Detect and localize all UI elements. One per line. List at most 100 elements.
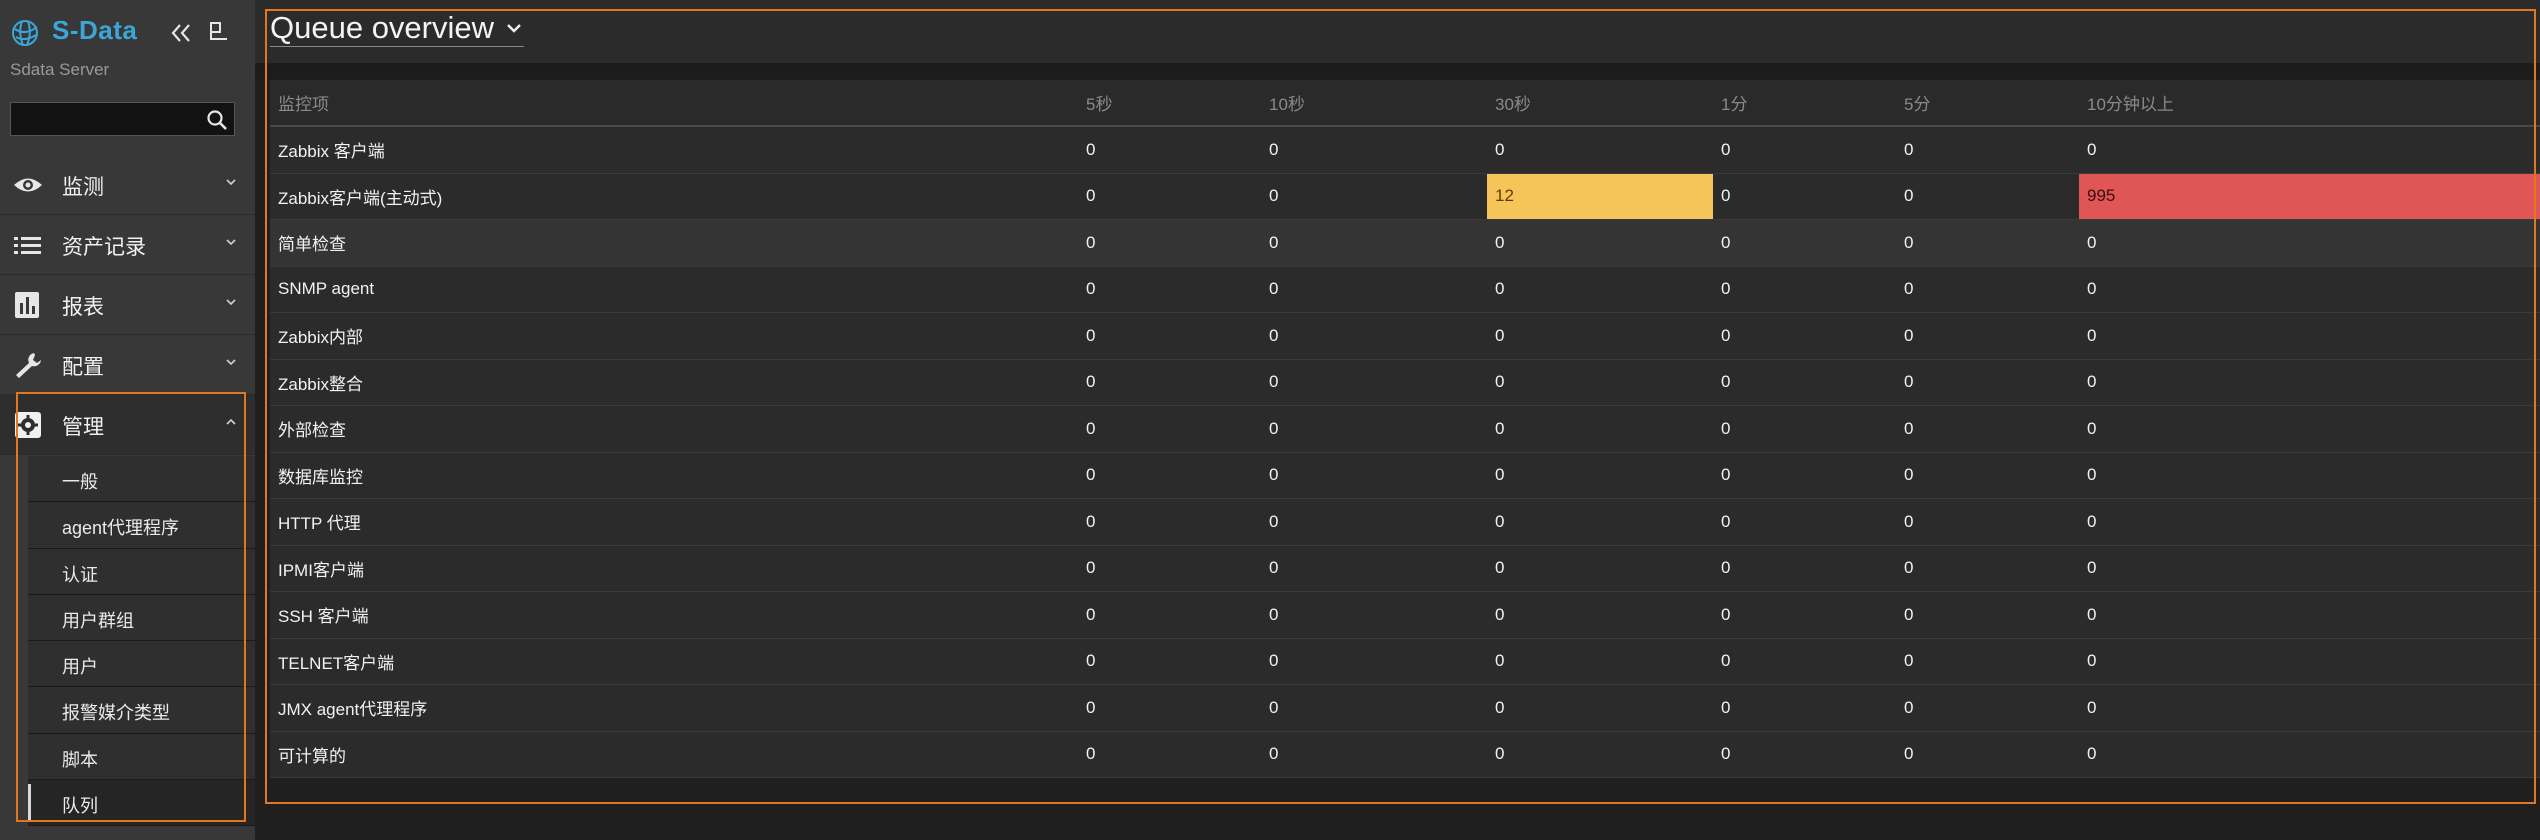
eye-icon — [14, 178, 42, 192]
queue-count-cell: 0 — [2079, 452, 2540, 499]
queue-count-cell: 0 — [1896, 126, 2079, 174]
submenu-label: 用户 — [62, 657, 98, 678]
queue-count-cell: 0 — [1896, 498, 2079, 546]
item-type-cell: SNMP agent — [270, 266, 1078, 313]
menu-label: 管理 — [62, 416, 104, 439]
logo[interactable]: S-Data — [10, 14, 250, 50]
bar-chart-icon — [15, 292, 39, 318]
submenu-label: agent代理程序 — [62, 518, 180, 539]
queue-count-cell: 0 — [1713, 591, 1896, 639]
expand-icon — [210, 22, 227, 40]
queue-table: 监控项 5秒 10秒 30秒 1分 5分 10分钟以上 Zabbix 客户端 0 0… — [270, 80, 2540, 778]
chevron-down-icon — [226, 179, 236, 186]
wrench-icon — [16, 353, 41, 378]
collapse-sidebar-button[interactable] — [168, 20, 198, 50]
queue-count-cell: 0 — [1487, 498, 1713, 546]
table-row: IPMI客户端 0 0 0 0 0 0 — [270, 545, 2540, 592]
submenu-label: 脚本 — [62, 749, 98, 770]
submenu-item-scripts[interactable]: 脚本 — [28, 733, 255, 781]
page-title: Queue overview — [270, 10, 495, 45]
queue-count-cell: 0 — [1487, 545, 1713, 592]
queue-count-cell: 0 — [2079, 684, 2540, 732]
queue-count-cell: 0 — [1261, 359, 1487, 406]
queue-count-cell: 0 — [1078, 638, 1261, 685]
menu-label: 资产记录 — [62, 236, 146, 259]
queue-count-cell: 0 — [1713, 266, 1896, 313]
page-title-dropdown[interactable]: Queue overview — [270, 10, 525, 47]
queue-count-cell: 0 — [1713, 312, 1896, 360]
menu-item-inventory[interactable]: 资产记录 — [0, 215, 255, 275]
queue-count-cell: 0 — [1713, 219, 1896, 267]
queue-count-cell: 0 — [1487, 312, 1713, 360]
submenu-item-media-types[interactable]: 报警媒介类型 — [28, 687, 255, 734]
submenu-item-general[interactable]: 一般 — [28, 456, 255, 503]
column-header[interactable]: 1分 — [1713, 80, 1896, 127]
column-header[interactable]: 监控项 — [270, 80, 1078, 127]
queue-count-cell: 0 — [1713, 545, 1896, 592]
queue-count-cell: 995 — [2079, 173, 2540, 220]
item-type-cell: 数据库监控 — [270, 452, 1078, 499]
column-header[interactable]: 5秒 — [1078, 80, 1261, 127]
queue-count-cell: 0 — [2079, 591, 2540, 639]
gear-icon — [15, 412, 41, 438]
column-header[interactable]: 30秒 — [1487, 80, 1713, 127]
server-name: Sdata Server — [10, 60, 110, 79]
globe-logo-icon — [12, 20, 38, 46]
menu-item-configuration[interactable]: 配置 — [0, 335, 255, 395]
table-row: TELNET客户端 0 0 0 0 0 0 — [270, 638, 2540, 685]
submenu-item-proxies[interactable]: agent代理程序 — [28, 502, 255, 549]
content-spacer — [255, 63, 2540, 79]
queue-count-cell: 0 — [1487, 452, 1713, 499]
queue-count-cell: 0 — [1713, 173, 1896, 220]
column-header[interactable]: 5分 — [1896, 80, 2079, 127]
item-type-cell: Zabbix 客户端 — [270, 126, 1078, 174]
chevron-down-icon — [226, 239, 236, 246]
table-row: Zabbix客户端(主动式) 0 0 12 0 0 995 — [270, 173, 2540, 220]
queue-count-cell: 0 — [1261, 684, 1487, 732]
submenu-label: 一般 — [62, 472, 98, 492]
item-type-cell: IPMI客户端 — [270, 545, 1078, 592]
queue-count-cell: 0 — [1713, 498, 1896, 546]
submenu-item-queue[interactable]: 队列 — [28, 780, 255, 827]
queue-count-cell: 0 — [1487, 591, 1713, 639]
submenu-item-authentication[interactable]: 认证 — [28, 548, 255, 595]
queue-count-cell: 0 — [1713, 452, 1896, 499]
column-header[interactable]: 10秒 — [1261, 80, 1487, 127]
queue-count-cell: 0 — [1896, 312, 2079, 360]
chevron-down-icon — [507, 24, 522, 33]
queue-count-cell: 0 — [1713, 731, 1896, 778]
queue-count-cell: 0 — [1487, 684, 1713, 732]
submenu-item-user-groups[interactable]: 用户群组 — [28, 594, 255, 642]
queue-count-cell: 0 — [1078, 545, 1261, 592]
menu-item-monitoring[interactable]: 监测 — [0, 155, 255, 215]
chevron-down-icon — [226, 359, 236, 366]
column-header[interactable]: 10分钟以上 — [2079, 80, 2540, 127]
queue-count-cell: 0 — [1078, 405, 1261, 453]
queue-count-cell: 0 — [1078, 684, 1261, 732]
table-row: 数据库监控 0 0 0 0 0 0 — [270, 452, 2540, 499]
item-type-cell: Zabbix客户端(主动式) — [270, 173, 1078, 220]
queue-count-cell: 0 — [1078, 219, 1261, 267]
menu-label: 报表 — [62, 296, 104, 319]
queue-count-cell: 0 — [2079, 266, 2540, 313]
queue-count-cell: 0 — [1078, 452, 1261, 499]
table-row: 外部检查 0 0 0 0 0 0 — [270, 405, 2540, 453]
submenu-label: 用户群组 — [62, 610, 134, 631]
table-row: Zabbix 客户端 0 0 0 0 0 0 — [270, 126, 2540, 174]
item-type-cell: 可计算的 — [270, 731, 1078, 778]
queue-count-cell: 0 — [1896, 219, 2079, 267]
menu-item-reports[interactable]: 报表 — [0, 275, 255, 335]
search-icon[interactable] — [206, 109, 228, 131]
search-input[interactable] — [11, 103, 196, 135]
queue-count-cell: 0 — [1078, 312, 1261, 360]
queue-count-cell: 0 — [1261, 405, 1487, 453]
menu-item-administration[interactable]: 管理 — [0, 395, 255, 455]
kiosk-mode-button[interactable] — [208, 20, 232, 44]
queue-count-cell: 0 — [1487, 638, 1713, 685]
item-type-cell: HTTP 代理 — [270, 498, 1078, 546]
queue-count-cell: 0 — [1078, 359, 1261, 406]
item-type-cell: TELNET客户端 — [270, 638, 1078, 685]
queue-count-cell: 0 — [1713, 126, 1896, 174]
submenu-item-users[interactable]: 用户 — [28, 641, 255, 688]
queue-count-cell: 0 — [2079, 219, 2540, 267]
